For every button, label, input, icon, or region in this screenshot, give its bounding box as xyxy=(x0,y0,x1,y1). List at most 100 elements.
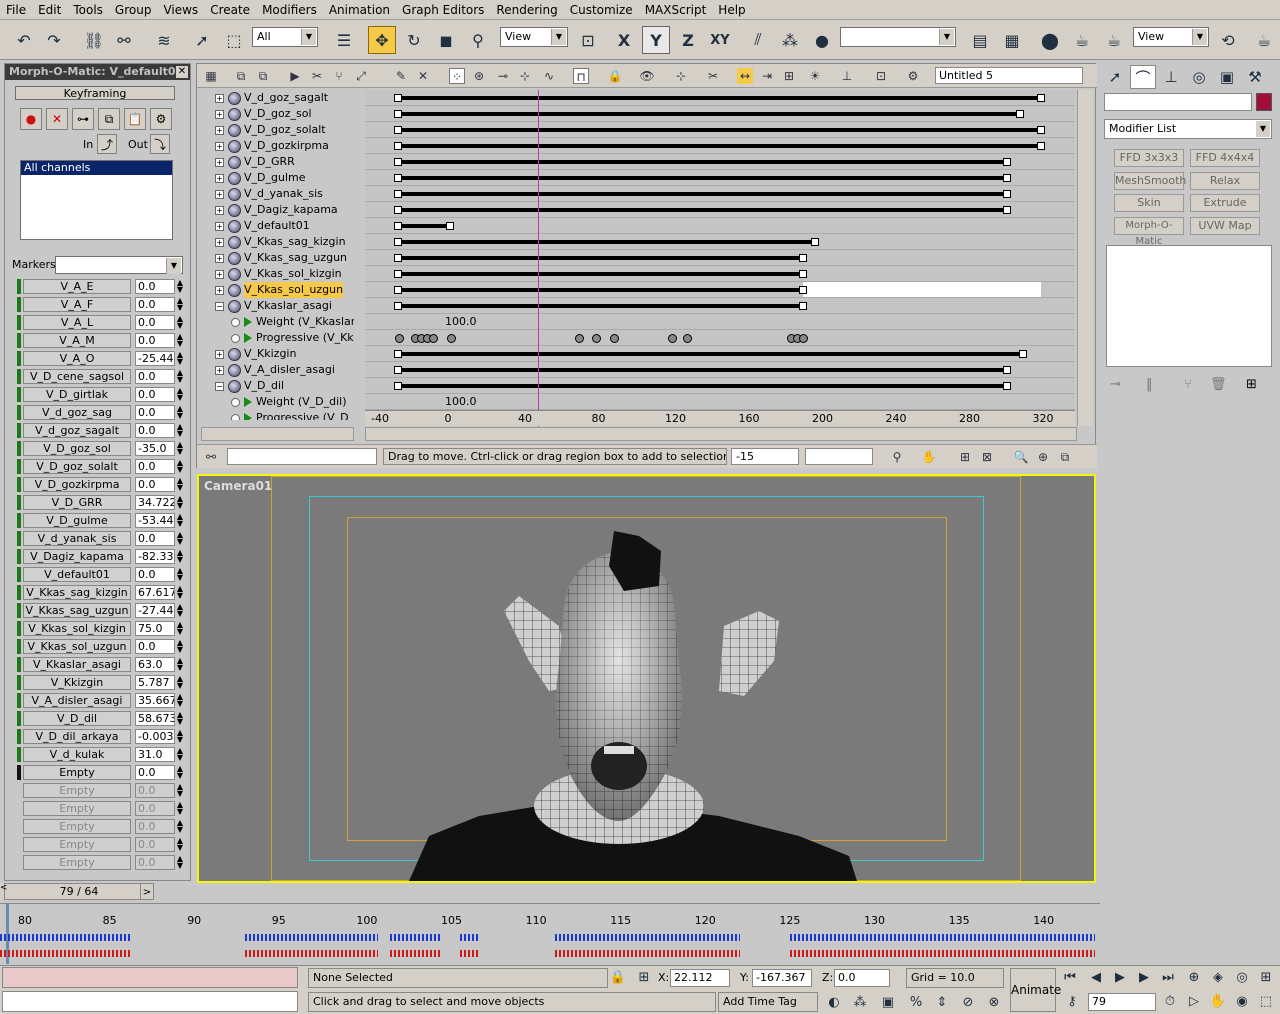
show-keyable-icon[interactable]: 👁 xyxy=(639,68,655,84)
key-track-row[interactable] xyxy=(365,378,1075,394)
key-marker[interactable] xyxy=(394,254,402,262)
track-subitem[interactable]: Progressive (V_D_ xyxy=(231,410,354,420)
modifier-stack[interactable] xyxy=(1106,245,1272,367)
spinner-icon[interactable]: ▲ ▼ xyxy=(176,314,184,330)
select-and-manipulate-icon[interactable]: ⚲ xyxy=(464,26,492,54)
key-track-row[interactable] xyxy=(365,90,1075,106)
delete-key-icon[interactable]: ✕ xyxy=(46,108,68,130)
list-item[interactable]: All channels xyxy=(21,161,172,175)
channel-name-button[interactable]: Empty xyxy=(23,782,131,798)
track-item[interactable]: + V_D_GRR xyxy=(215,154,295,170)
spinner-icon[interactable]: ▲ ▼ xyxy=(176,692,184,708)
remove-modifier-icon[interactable]: 🗑 xyxy=(1210,377,1227,392)
channel-name-button[interactable]: V_Dagiz_kapama xyxy=(23,548,131,564)
slide-keys-icon[interactable]: ⊸ xyxy=(495,68,511,84)
channel-value-field[interactable]: 0.0 xyxy=(135,566,175,582)
channel-name-button[interactable]: V_d_yanak_sis xyxy=(23,530,131,546)
channel-name-button[interactable]: V_Kkas_sol_kizgin xyxy=(23,620,131,636)
horizontal-scrollbar[interactable] xyxy=(365,427,1077,441)
selection-filter-dropdown[interactable]: All xyxy=(252,27,318,47)
channel-name-button[interactable]: V_D_dil xyxy=(23,710,131,726)
channel-name-button[interactable]: V_Kkas_sag_uzgun xyxy=(23,602,131,618)
menu-group[interactable]: Group xyxy=(109,0,158,20)
progressive-key[interactable] xyxy=(592,334,601,343)
track-bar[interactable]: 80 85 90 95 100 105 110 115 120 125 130 135 140 xyxy=(0,903,1100,964)
channel-name-button[interactable]: V_A_F xyxy=(23,296,131,312)
progressive-key[interactable] xyxy=(610,334,619,343)
track-item[interactable]: + V_Dagiz_kapama xyxy=(215,202,338,218)
key-marker[interactable] xyxy=(394,142,402,150)
zoom-horizontal-icon[interactable]: ⊞ xyxy=(957,449,973,465)
channel-value-field[interactable]: 0.0 xyxy=(135,314,175,330)
show-end-result-icon[interactable]: ‖ xyxy=(1146,377,1153,392)
lock-selection-icon[interactable]: 🔒 xyxy=(607,68,623,84)
key-track-row[interactable] xyxy=(365,330,1075,346)
spinner-icon[interactable]: ▲ ▼ xyxy=(176,494,184,510)
key-track-row[interactable] xyxy=(365,202,1075,218)
scale-keys-icon[interactable]: ⊛ xyxy=(471,68,487,84)
spinner-icon[interactable]: ▲ ▼ xyxy=(176,530,184,546)
keyframing-rollout[interactable]: Keyframing xyxy=(15,86,175,100)
hierarchy-tab-icon[interactable]: ⊥ xyxy=(1158,65,1184,89)
key-track-row[interactable] xyxy=(365,346,1075,362)
select-and-link-icon[interactable]: ⛓ xyxy=(80,26,108,54)
spinner-icon[interactable]: ▲ ▼ xyxy=(176,404,184,420)
channel-name-button[interactable]: Empty xyxy=(23,836,131,852)
channel-name-button[interactable]: V_D_dil_arkaya xyxy=(23,728,131,744)
track-item[interactable]: + V_Kkizgin xyxy=(215,346,296,362)
select-and-scale-icon[interactable]: ◼ xyxy=(432,26,460,54)
unlink-icon[interactable]: ⚯ xyxy=(110,26,138,54)
key-track-row[interactable] xyxy=(365,250,1075,266)
expand-icon[interactable]: + xyxy=(215,173,224,183)
extrude-button[interactable]: Extrude xyxy=(1190,194,1260,212)
key-marker[interactable] xyxy=(394,238,402,246)
expand-icon[interactable]: + xyxy=(215,221,224,231)
channel-value-field[interactable]: -27.443 xyxy=(135,602,175,618)
channel-name-button[interactable]: V_A_M xyxy=(23,332,131,348)
menu-edit[interactable]: Edit xyxy=(32,0,67,20)
spinner-icon[interactable]: ▲ ▼ xyxy=(176,800,184,816)
track-view-icon[interactable]: ▦ xyxy=(998,26,1026,54)
relax-button[interactable]: Relax xyxy=(1190,172,1260,190)
key-marker[interactable] xyxy=(394,366,402,374)
channel-value-field[interactable]: 0.0 xyxy=(135,386,175,402)
key-marker[interactable] xyxy=(1003,382,1011,390)
spinner-icon[interactable]: ▲ ▼ xyxy=(176,350,184,366)
key-marker[interactable] xyxy=(394,350,402,358)
maxscript-listener-field[interactable] xyxy=(2,967,298,988)
paste-icon[interactable]: ⧉ xyxy=(255,68,271,84)
region-select-icon[interactable]: ⬚ xyxy=(220,26,248,54)
channel-name-button[interactable]: V_Kkaslar_asagi xyxy=(23,656,131,672)
progressive-key[interactable] xyxy=(395,334,404,343)
add-time-tag-button[interactable]: Add Time Tag xyxy=(718,992,818,1012)
key-window[interactable]: 100.0 100.0 xyxy=(365,90,1075,420)
spinner-icon[interactable]: ▲ ▼ xyxy=(176,638,184,654)
channel-value-field[interactable]: 0.0 xyxy=(135,458,175,474)
function-curves-icon[interactable]: ∿ xyxy=(541,68,557,84)
pin-stack-icon[interactable]: ⊸ xyxy=(1110,377,1121,392)
copy-icon[interactable]: ⧉ xyxy=(233,68,249,84)
channel-name-button[interactable]: V_D_gozkirpma xyxy=(23,476,131,492)
range-bar[interactable] xyxy=(398,224,450,228)
value-field[interactable] xyxy=(805,448,873,465)
key-track-row[interactable] xyxy=(365,122,1075,138)
range-bar[interactable] xyxy=(398,144,1041,148)
key-marker[interactable] xyxy=(394,286,402,294)
track-item[interactable]: + V_D_gulme xyxy=(215,170,306,186)
key-marker[interactable] xyxy=(394,270,402,278)
channel-value-field[interactable]: 34.722 xyxy=(135,494,175,510)
track-name-field[interactable] xyxy=(227,448,377,465)
key-marker[interactable] xyxy=(394,158,402,166)
render-last-icon[interactable]: ⟲ xyxy=(1214,26,1242,54)
expand-icon[interactable]: − xyxy=(215,381,224,391)
key-marker[interactable] xyxy=(799,254,807,262)
restrict-x-button[interactable]: X xyxy=(610,26,638,54)
spinner-icon[interactable]: ▲ ▼ xyxy=(176,584,184,600)
channel-name-button[interactable]: V_Kkas_sag_kizgin xyxy=(23,584,131,600)
lock-selection-icon[interactable]: 🔒 xyxy=(608,968,628,988)
key-marker[interactable] xyxy=(394,222,402,230)
key-track-row[interactable]: 100.0 xyxy=(365,394,1075,410)
key-marker[interactable] xyxy=(799,286,807,294)
range-bar[interactable] xyxy=(398,384,1007,388)
channel-value-field[interactable]: 35.667 xyxy=(135,692,175,708)
